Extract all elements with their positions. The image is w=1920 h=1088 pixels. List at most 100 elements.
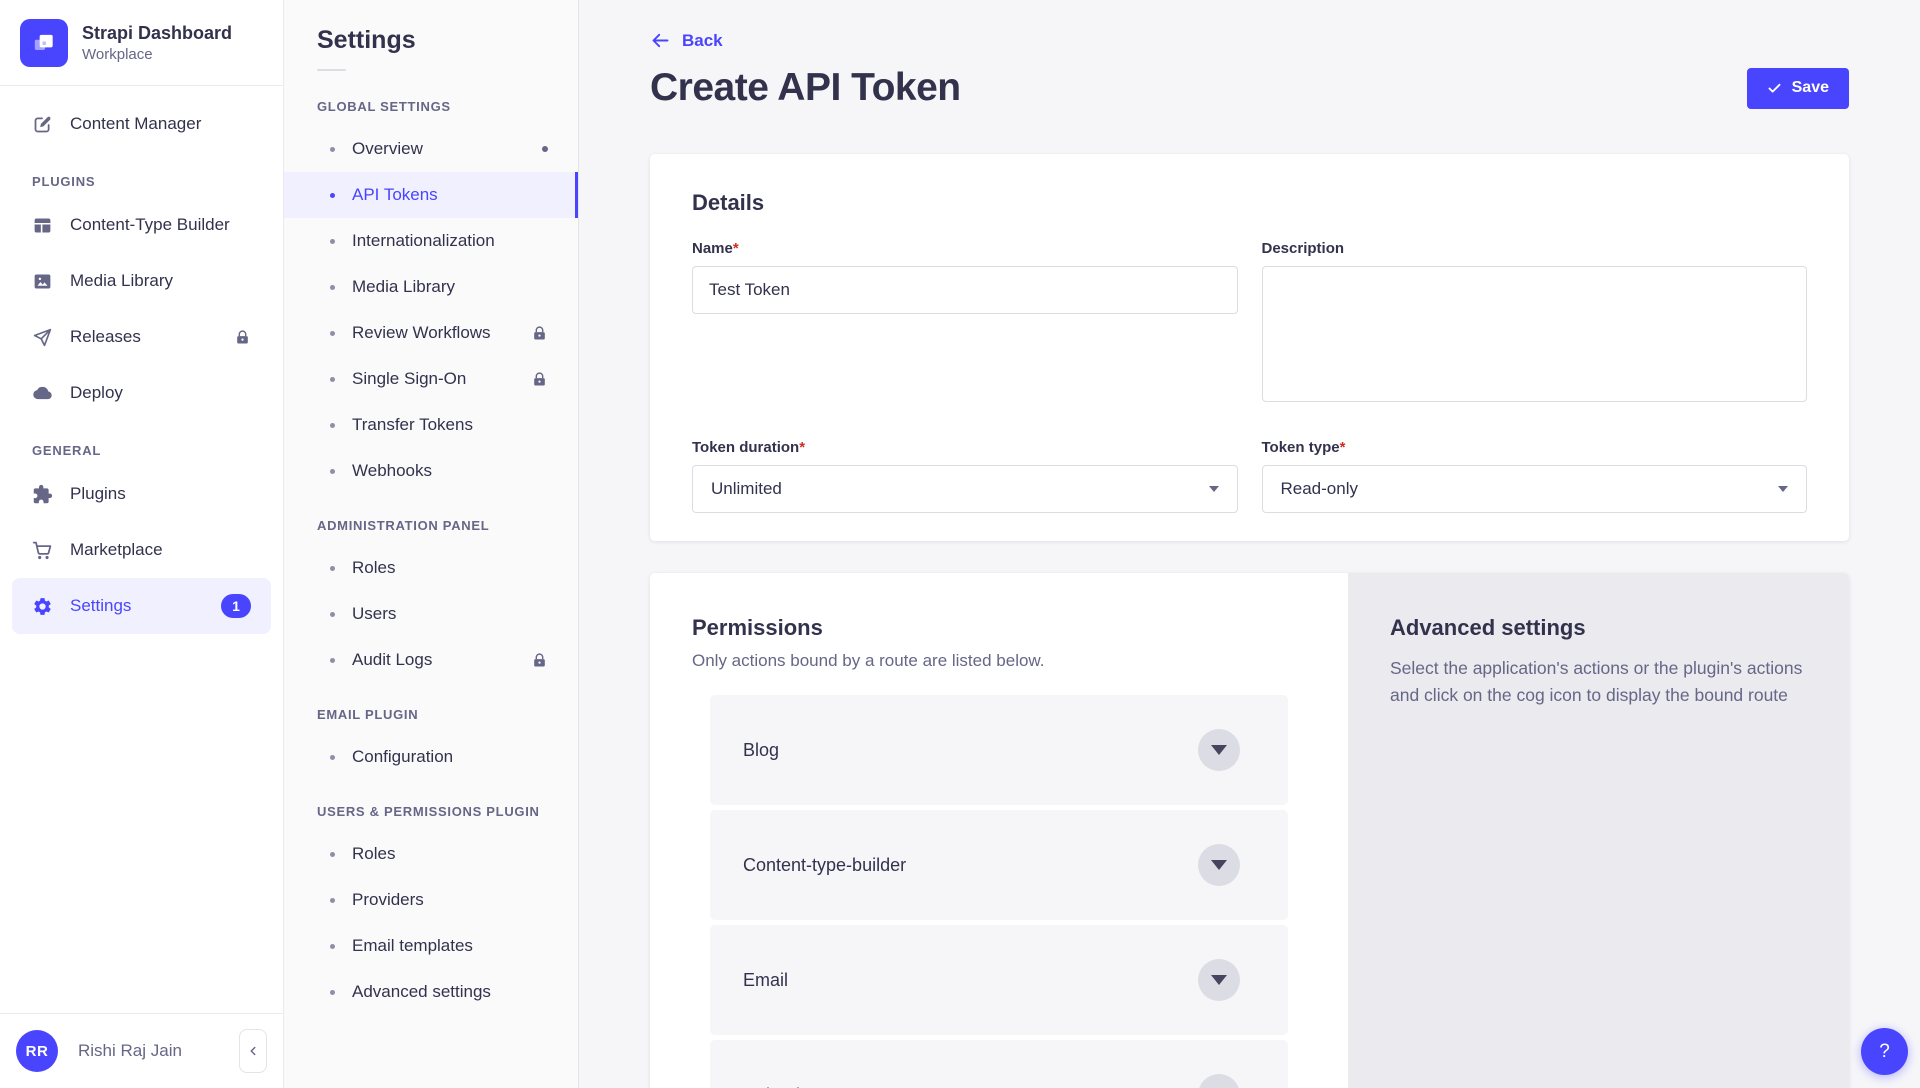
help-button[interactable]: ? bbox=[1861, 1028, 1908, 1075]
expand-email-button[interactable] bbox=[1198, 959, 1240, 1001]
settings-nav-item-internationalization[interactable]: Internationalization bbox=[284, 218, 578, 264]
settings-nav-item-users[interactable]: Users bbox=[284, 591, 578, 637]
settings-nav-label: Advanced settings bbox=[352, 982, 491, 1002]
workspace-brand[interactable]: Strapi Dashboard Workplace bbox=[0, 0, 283, 86]
settings-nav-label: Single Sign-On bbox=[352, 369, 466, 389]
bullet-icon bbox=[330, 147, 335, 152]
bullet-icon bbox=[330, 423, 335, 428]
sidebar-item-label: Plugins bbox=[70, 484, 126, 504]
nav-section-general: GENERAL bbox=[20, 443, 263, 458]
lock-icon bbox=[531, 652, 548, 669]
settings-nav-item-transfer-tokens[interactable]: Transfer Tokens bbox=[284, 402, 578, 448]
write-icon bbox=[32, 114, 53, 135]
back-label: Back bbox=[682, 31, 723, 51]
settings-nav-label: Roles bbox=[352, 558, 395, 578]
sidebar-item-label: Settings bbox=[70, 596, 131, 616]
notification-dot-icon bbox=[542, 146, 548, 152]
subnav-divider bbox=[317, 69, 346, 71]
details-card: Details Name* Description Token duration… bbox=[650, 154, 1849, 541]
required-asterisk: * bbox=[1340, 439, 1346, 456]
main-sidebar: Strapi Dashboard Workplace Content Manag… bbox=[0, 0, 284, 1088]
settings-notification-badge: 1 bbox=[221, 594, 251, 618]
accordion-email[interactable]: Email bbox=[710, 925, 1288, 1035]
back-link[interactable]: Back bbox=[650, 30, 723, 51]
accordion-blog[interactable]: Blog bbox=[710, 695, 1288, 805]
accordion-label: Email bbox=[743, 970, 788, 991]
subnav-group-global-settings: GLOBAL SETTINGS bbox=[284, 75, 578, 126]
token-type-value: Read-only bbox=[1281, 479, 1359, 499]
bullet-icon bbox=[330, 566, 335, 571]
sidebar-item-content-manager[interactable]: Content Manager bbox=[12, 96, 271, 152]
permissions-accordion-list: Blog Content-type-builder bbox=[710, 695, 1288, 1088]
settings-nav-item-providers[interactable]: Providers bbox=[284, 877, 578, 923]
token-type-select[interactable]: Read-only bbox=[1262, 465, 1808, 513]
accordion-label: Upload bbox=[743, 1085, 800, 1088]
settings-nav-item-overview[interactable]: Overview bbox=[284, 126, 578, 172]
settings-nav-item-media-library[interactable]: Media Library bbox=[284, 264, 578, 310]
settings-nav-item-review-workflows[interactable]: Review Workflows bbox=[284, 310, 578, 356]
sidebar-item-marketplace[interactable]: Marketplace bbox=[12, 522, 271, 578]
sidebar-item-releases[interactable]: Releases bbox=[12, 309, 271, 365]
sidebar-item-label: Deploy bbox=[70, 383, 123, 403]
nav-section-plugins: PLUGINS bbox=[20, 174, 263, 189]
strapi-logo-icon bbox=[20, 19, 68, 67]
collapse-sidebar-button[interactable] bbox=[239, 1029, 267, 1073]
token-duration-select[interactable]: Unlimited bbox=[692, 465, 1238, 513]
save-label: Save bbox=[1792, 79, 1829, 97]
token-duration-label: Token duration* bbox=[692, 439, 1238, 456]
settings-nav-label: Transfer Tokens bbox=[352, 415, 473, 435]
cart-icon bbox=[32, 540, 53, 561]
description-textarea[interactable] bbox=[1262, 266, 1808, 402]
advanced-settings-title: Advanced settings bbox=[1390, 615, 1807, 641]
bullet-icon bbox=[330, 944, 335, 949]
settings-nav-label: Audit Logs bbox=[352, 650, 432, 670]
sidebar-item-media-library[interactable]: Media Library bbox=[12, 253, 271, 309]
accordion-content-type-builder[interactable]: Content-type-builder bbox=[710, 810, 1288, 920]
settings-nav-item-audit-logs[interactable]: Audit Logs bbox=[284, 637, 578, 683]
settings-nav-item-api-tokens[interactable]: API Tokens bbox=[284, 172, 578, 218]
settings-sidebar: Settings GLOBAL SETTINGS Overview API To… bbox=[284, 0, 579, 1088]
settings-nav-label: Webhooks bbox=[352, 461, 432, 481]
settings-nav-item-advanced-settings[interactable]: Advanced settings bbox=[284, 969, 578, 1015]
caret-down-icon bbox=[1209, 486, 1219, 492]
settings-nav-item-roles[interactable]: Roles bbox=[284, 545, 578, 591]
bullet-icon bbox=[330, 990, 335, 995]
settings-nav-item-webhooks[interactable]: Webhooks bbox=[284, 448, 578, 494]
save-button[interactable]: Save bbox=[1747, 68, 1849, 109]
expand-content-type-builder-button[interactable] bbox=[1198, 844, 1240, 886]
lock-icon bbox=[531, 371, 548, 388]
description-field-group: Description bbox=[1262, 240, 1808, 407]
cloud-icon bbox=[32, 383, 53, 404]
settings-nav-label: Roles bbox=[352, 844, 395, 864]
settings-nav-item-configuration[interactable]: Configuration bbox=[284, 734, 578, 780]
subnav-group-users-permissions-plugin: USERS & PERMISSIONS PLUGIN bbox=[284, 780, 578, 831]
main-nav-list: Content Manager PLUGINS Content-Type Bui… bbox=[0, 86, 283, 1013]
accordion-label: Blog bbox=[743, 740, 779, 761]
bullet-icon bbox=[330, 898, 335, 903]
check-icon bbox=[1767, 81, 1782, 96]
sidebar-item-label: Content-Type Builder bbox=[70, 215, 230, 235]
expand-upload-button[interactable] bbox=[1198, 1074, 1240, 1088]
name-label: Name* bbox=[692, 240, 1238, 257]
settings-nav-item-email-templates[interactable]: Email templates bbox=[284, 923, 578, 969]
settings-nav-item-single-sign-on[interactable]: Single Sign-On bbox=[284, 356, 578, 402]
user-profile[interactable]: RR Rishi Raj Jain bbox=[16, 1030, 219, 1072]
bullet-icon bbox=[330, 755, 335, 760]
required-asterisk: * bbox=[799, 439, 805, 456]
sidebar-item-content-type-builder[interactable]: Content-Type Builder bbox=[12, 197, 271, 253]
paper-plane-icon bbox=[32, 327, 53, 348]
accordion-upload[interactable]: Upload bbox=[710, 1040, 1288, 1088]
name-input[interactable] bbox=[692, 266, 1238, 314]
permissions-title: Permissions bbox=[692, 615, 1306, 641]
token-type-field-group: Token type* Read-only bbox=[1262, 439, 1808, 513]
expand-blog-button[interactable] bbox=[1198, 729, 1240, 771]
image-icon bbox=[32, 271, 53, 292]
sidebar-item-deploy[interactable]: Deploy bbox=[12, 365, 271, 421]
sidebar-item-settings[interactable]: Settings 1 bbox=[12, 578, 271, 634]
layout-icon bbox=[32, 215, 53, 236]
sidebar-item-plugins[interactable]: Plugins bbox=[12, 466, 271, 522]
settings-nav-item-up-roles[interactable]: Roles bbox=[284, 831, 578, 877]
settings-nav-label: Users bbox=[352, 604, 396, 624]
bullet-icon bbox=[330, 285, 335, 290]
description-label: Description bbox=[1262, 240, 1808, 257]
